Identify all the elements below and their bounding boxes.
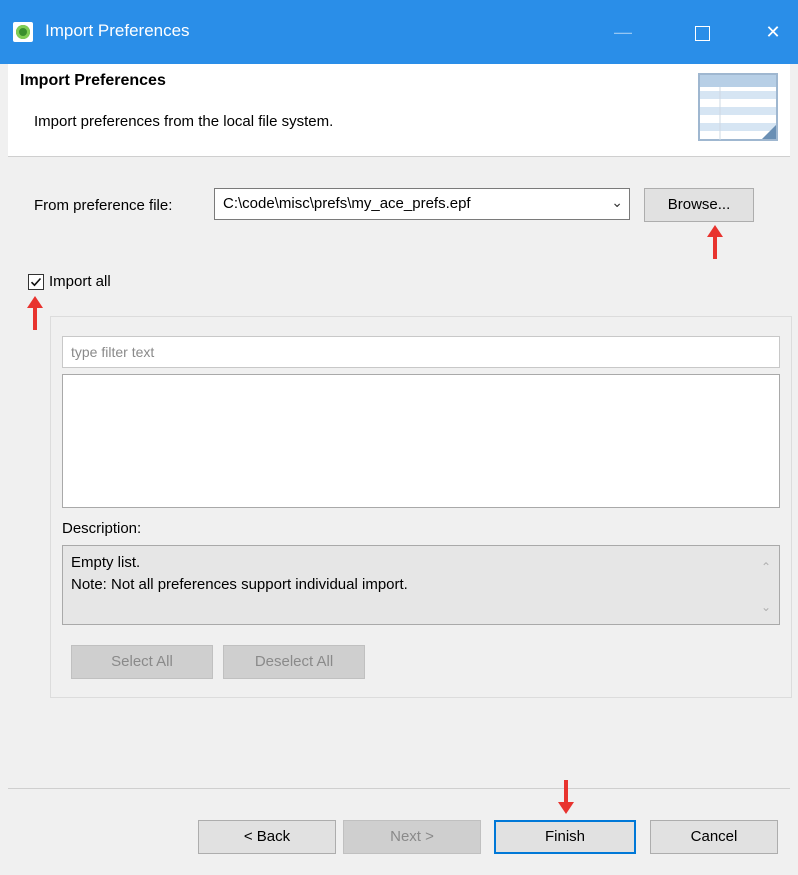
description-scrollbar[interactable]: ⌃ ⌄ — [755, 546, 779, 624]
wizard-header: Import Preferences Import preferences fr… — [8, 64, 790, 157]
scroll-up-icon[interactable]: ⌃ — [761, 560, 771, 574]
chevron-down-icon[interactable]: ⌄ — [611, 194, 623, 211]
select-all-button[interactable]: Select All — [71, 645, 213, 679]
maximize-icon[interactable] — [679, 12, 725, 52]
description-label: Description: — [62, 520, 142, 537]
deselect-all-button[interactable]: Deselect All — [223, 645, 365, 679]
app-icon — [13, 22, 33, 42]
close-icon[interactable]: ✕ — [750, 12, 796, 52]
cancel-button[interactable]: Cancel — [650, 820, 778, 854]
preferences-list[interactable] — [62, 374, 780, 508]
filter-input[interactable] — [63, 337, 779, 367]
import-all-checkbox[interactable] — [28, 274, 44, 290]
browse-button[interactable]: Browse... — [644, 188, 754, 222]
window-border-left — [0, 64, 8, 875]
arrow-up-icon — [27, 296, 43, 330]
preference-file-combo[interactable]: C:\code\misc\prefs\my_ace_prefs.epf ⌄ — [214, 188, 630, 220]
filter-field[interactable] — [62, 336, 780, 368]
back-button[interactable]: < Back — [198, 820, 336, 854]
description-line-1: Empty list. — [71, 554, 141, 571]
arrow-down-icon — [558, 780, 574, 814]
page-title: Import Preferences — [20, 72, 166, 89]
description-box: Empty list. Note: Not all preferences su… — [62, 545, 780, 625]
wizard-banner-icon — [698, 73, 778, 141]
page-description: Import preferences from the local file s… — [34, 113, 334, 130]
from-file-label: From preference file: — [34, 197, 173, 214]
scroll-down-icon[interactable]: ⌄ — [761, 600, 771, 614]
preference-file-value: C:\code\misc\prefs\my_ace_prefs.epf — [223, 195, 471, 212]
finish-button[interactable]: Finish — [494, 820, 636, 854]
window-title: Import Preferences — [45, 21, 190, 40]
description-line-2: Note: Not all preferences support indivi… — [71, 576, 408, 593]
footer-separator — [8, 788, 790, 789]
title-bar: Import Preferences — ✕ — [0, 0, 798, 64]
minimize-icon[interactable]: — — [600, 12, 646, 52]
next-button[interactable]: Next > — [343, 820, 481, 854]
check-icon — [30, 277, 42, 287]
import-all-label[interactable]: Import all — [49, 273, 111, 290]
arrow-up-icon — [707, 225, 723, 259]
